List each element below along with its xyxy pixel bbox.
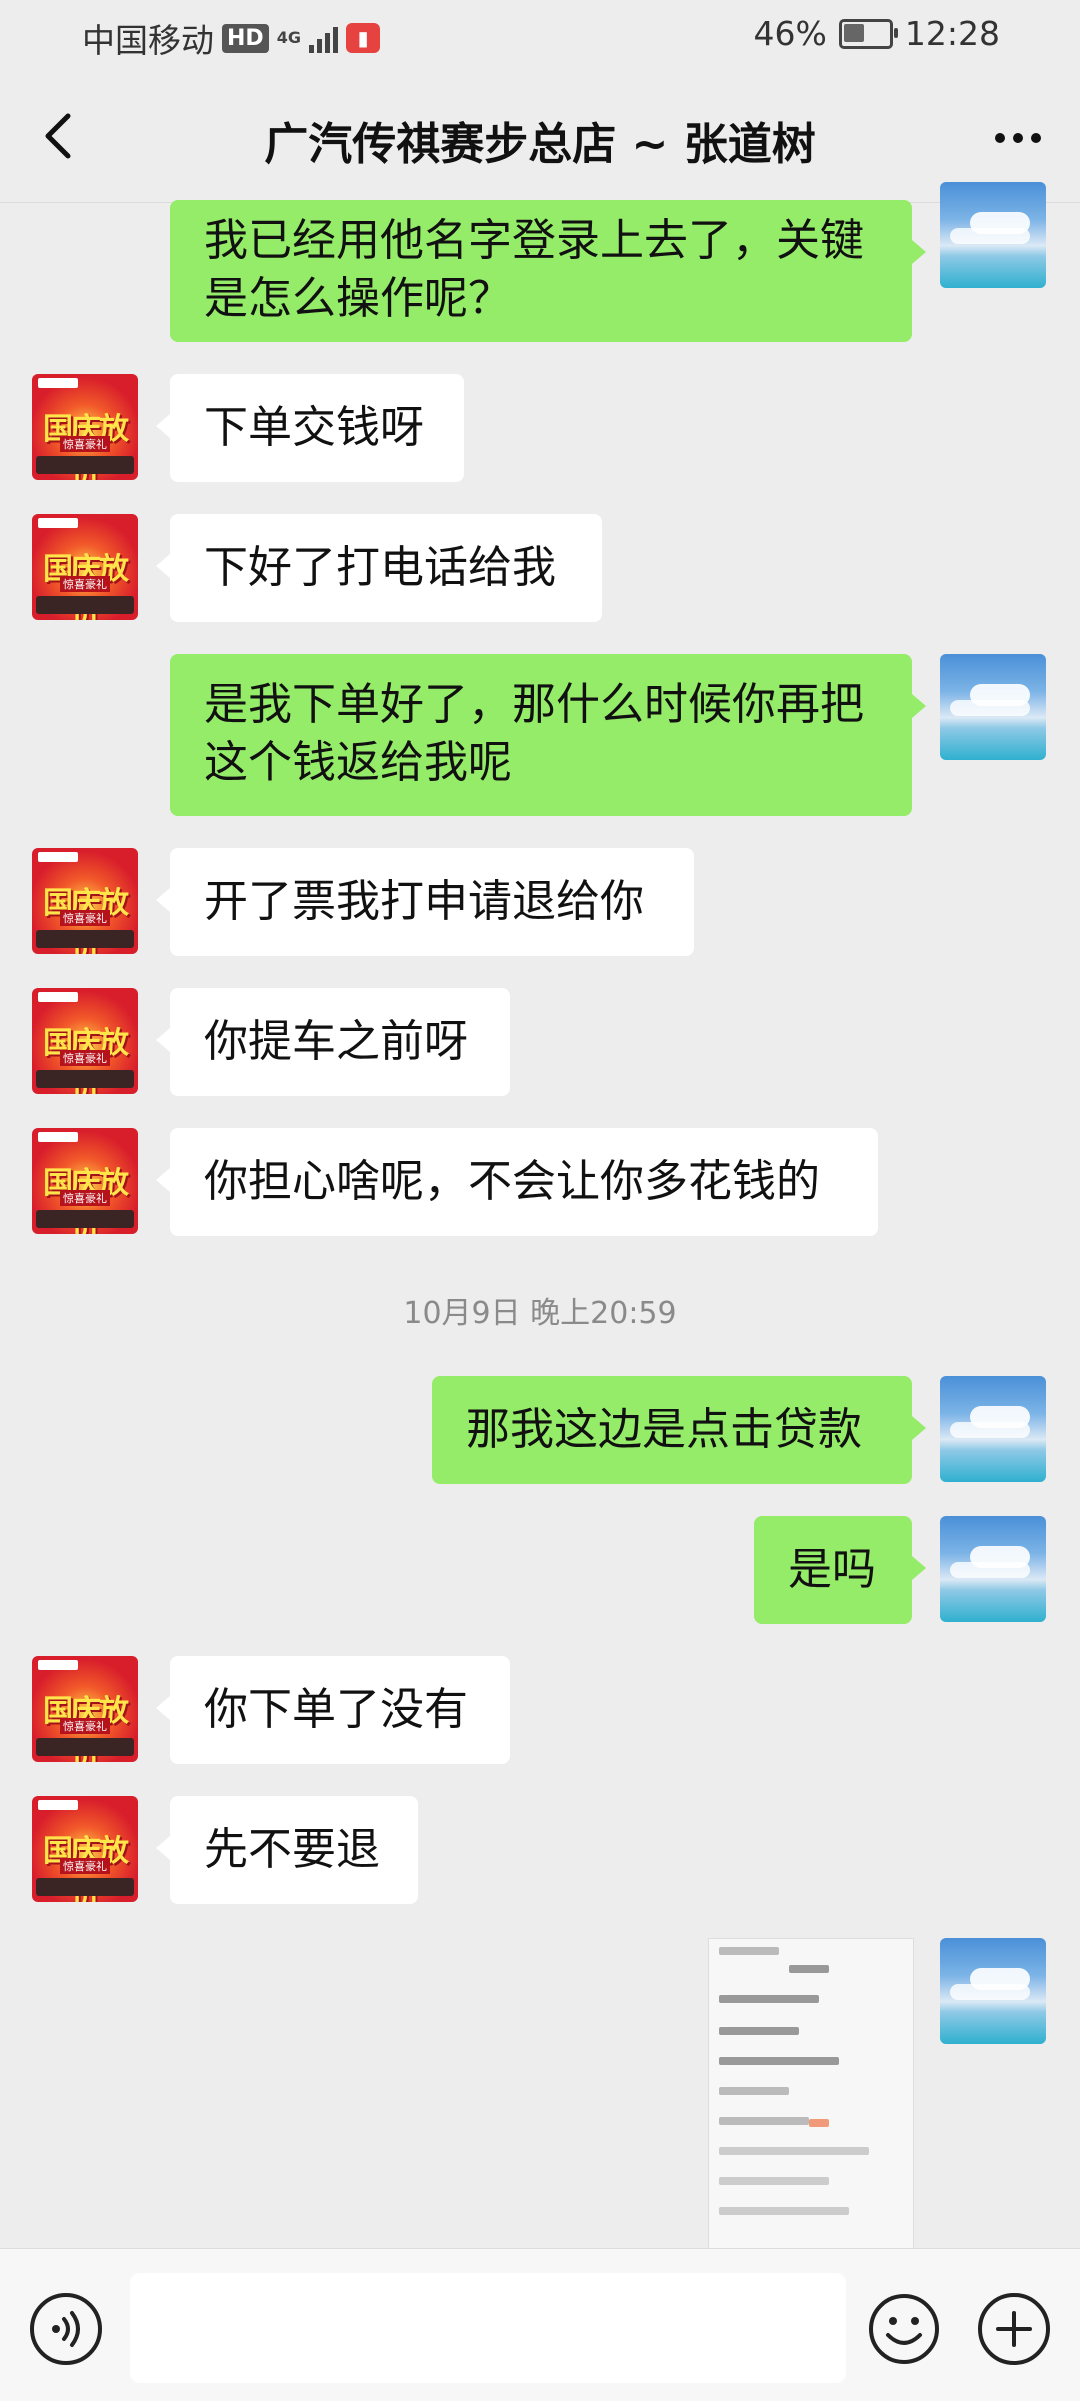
my-avatar[interactable] (940, 182, 1046, 288)
message-bubble[interactable]: 先不要退 (156, 1796, 418, 1904)
message-text: 我已经用他名字登录上去了，关键 (204, 215, 864, 266)
hd-badge: HD (222, 23, 269, 53)
battery-percent: 46% (753, 14, 827, 53)
contact-avatar[interactable]: 国庆放价惊喜豪礼 (32, 1796, 138, 1902)
message-bubble[interactable]: 下好了打电话给我 (156, 514, 602, 622)
status-bar: 中国移动 HD 4G ▮ 46% 12:28 (0, 0, 1080, 70)
message-bubble[interactable]: 开了票我打申请退给你 (156, 848, 694, 956)
message-bubble[interactable]: 是吗 (754, 1516, 926, 1624)
message-text: 下单交钱呀 (204, 402, 424, 453)
message-bubble[interactable]: 是我下单好了，那什么时候你再把 这个钱返给我呢 (170, 654, 926, 816)
message-text: 是我下单好了，那什么时候你再把 (204, 679, 864, 730)
clock: 12:28 (904, 14, 1000, 53)
status-right: 46% 12:28 (754, 14, 1000, 53)
message-text: 是怎么操作呢？ (204, 273, 512, 324)
message-text: 你下单了没有 (204, 1684, 468, 1735)
voice-button[interactable] (30, 2293, 102, 2365)
message-text: 先不要退 (204, 1824, 380, 1875)
message-text: 那我这边是点击贷款 (466, 1404, 862, 1455)
message-text: 你提车之前呀 (204, 1016, 468, 1067)
message-bubble[interactable]: 那我这边是点击贷款 (432, 1376, 926, 1484)
plus-icon (996, 2311, 1032, 2347)
plus-button[interactable] (978, 2293, 1050, 2365)
message-timestamp: 10月9日 晚上20:59 (403, 1296, 677, 1331)
contact-avatar[interactable]: 国庆放价惊喜豪礼 (32, 988, 138, 1094)
my-avatar[interactable] (940, 654, 1046, 760)
contact-avatar[interactable]: 国庆放价惊喜豪礼 (32, 1128, 138, 1234)
message-text: 开了票我打申请退给你 (204, 876, 644, 927)
contact-avatar[interactable]: 国庆放价惊喜豪礼 (32, 374, 138, 480)
network-type: 4G (276, 28, 301, 47)
my-avatar[interactable] (940, 1938, 1046, 2044)
signal-icon (308, 23, 338, 53)
image-message[interactable] (708, 1938, 914, 2250)
message-text: 这个钱返给我呢 (204, 737, 512, 788)
my-avatar[interactable] (940, 1516, 1046, 1622)
message-text: 下好了打电话给我 (204, 542, 556, 593)
message-bubble[interactable]: 你提车之前呀 (156, 988, 510, 1096)
emoji-icon[interactable] (868, 2293, 940, 2365)
battery-icon (838, 18, 898, 49)
chat-header: 广汽传祺赛步总店 ~ 张道树 (0, 70, 1080, 203)
message-bubble[interactable]: 我已经用他名字登录上去了，关键 是怎么操作呢？ (170, 200, 926, 342)
message-input[interactable] (130, 2273, 846, 2383)
ellipsis-icon[interactable] (986, 106, 1050, 170)
message-text: 是吗 (788, 1544, 876, 1595)
input-bar (0, 2248, 1080, 2401)
message-bubble[interactable]: 你担心啥呢，不会让你多花钱的 (156, 1128, 878, 1236)
my-avatar[interactable] (940, 1376, 1046, 1482)
contact-avatar[interactable]: 国庆放价惊喜豪礼 (32, 514, 138, 620)
voice-icon (52, 2311, 80, 2347)
contact-avatar[interactable]: 国庆放价惊喜豪礼 (32, 1656, 138, 1762)
carrier-name: 中国移动 (82, 21, 214, 60)
message-bubble[interactable]: 下单交钱呀 (156, 374, 464, 482)
message-text: 你担心啥呢，不会让你多花钱的 (204, 1156, 820, 1207)
message-bubble[interactable]: 你下单了没有 (156, 1656, 510, 1764)
contact-avatar[interactable]: 国庆放价惊喜豪礼 (32, 848, 138, 954)
book-app-icon: ▮ (345, 23, 380, 53)
status-left: 中国移动 HD 4G ▮ (82, 14, 380, 62)
chat-title: 广汽传祺赛步总店 ~ 张道树 (264, 119, 816, 170)
